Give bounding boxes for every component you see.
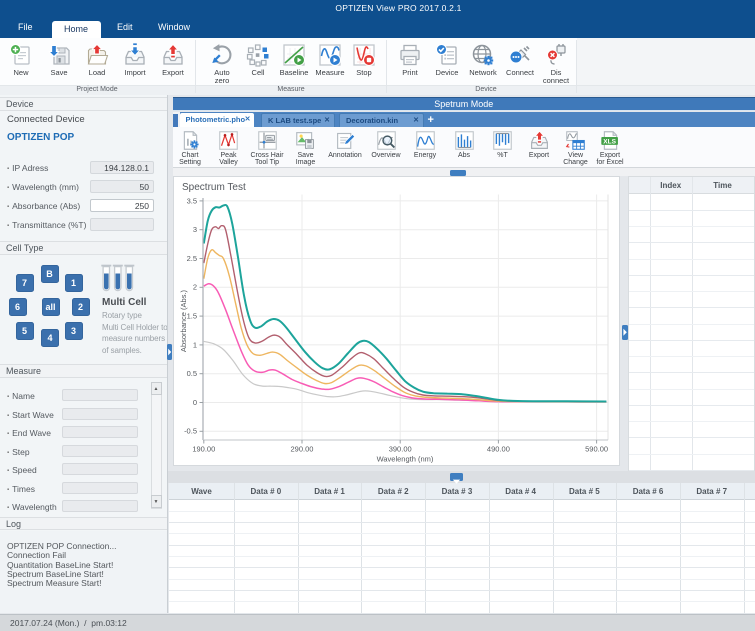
svg-text:Absorbance (Abs.): Absorbance (Abs.): [179, 289, 188, 352]
svg-text:3: 3: [193, 225, 197, 234]
svg-text:390.00: 390.00: [389, 444, 412, 453]
svg-text:1: 1: [193, 340, 197, 349]
svg-text:2.5: 2.5: [187, 253, 197, 262]
svg-text:2: 2: [193, 282, 197, 291]
svg-text:1.5: 1.5: [187, 311, 197, 320]
svg-text:3.5: 3.5: [187, 196, 197, 205]
svg-text:490.00: 490.00: [487, 444, 510, 453]
svg-text:Wavelength (nm): Wavelength (nm): [377, 454, 434, 463]
svg-text:590.00: 590.00: [585, 444, 608, 453]
svg-text:Spectrum Test: Spectrum Test: [182, 182, 246, 193]
svg-text:290.00: 290.00: [291, 444, 314, 453]
svg-text:XLS: XLS: [603, 138, 616, 145]
svg-text:190.00: 190.00: [192, 444, 215, 453]
svg-text:-0.5: -0.5: [184, 426, 197, 435]
svg-text:0.5: 0.5: [187, 369, 197, 378]
svg-text:0: 0: [193, 397, 197, 406]
